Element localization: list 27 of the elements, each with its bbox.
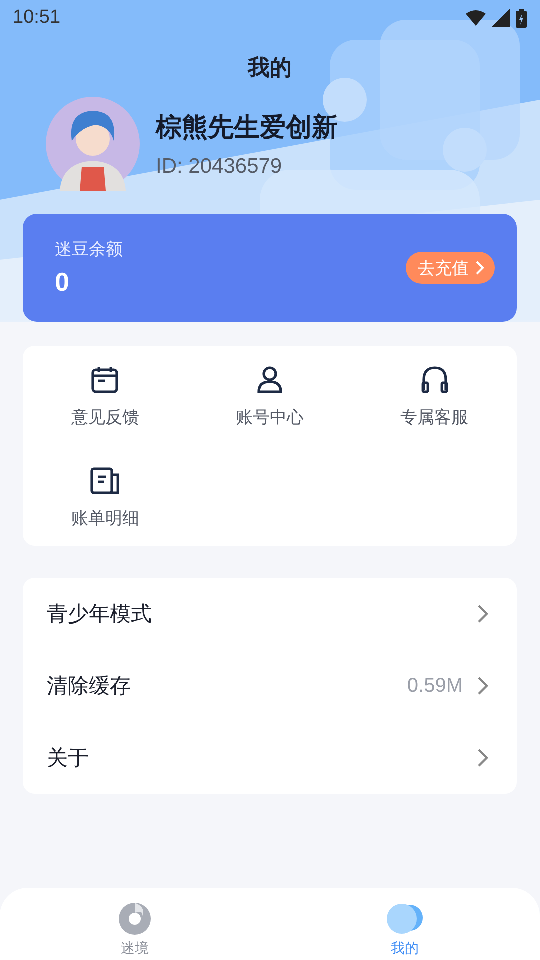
shortcut-item[interactable]: 账号中心 xyxy=(236,366,304,429)
avatar[interactable] xyxy=(46,97,140,191)
person-icon xyxy=(256,366,284,394)
chevron-icon xyxy=(477,676,489,696)
calendar-icon xyxy=(91,366,120,394)
shortcut-item[interactable]: 专属客服 xyxy=(400,366,469,429)
user-name: 棕熊先生爱创新 xyxy=(156,112,338,144)
signal-icon xyxy=(492,9,510,27)
status-time: 10:51 xyxy=(13,7,61,29)
shortcut-item[interactable]: 意见反馈 xyxy=(71,366,140,429)
wifi-icon xyxy=(466,10,486,26)
page-title: 我的 xyxy=(246,55,293,83)
chevron-icon xyxy=(475,261,485,275)
settings-row[interactable]: 青少年模式 xyxy=(23,578,517,650)
battery-icon xyxy=(516,8,527,28)
document-icon xyxy=(90,467,120,495)
settings-row[interactable]: 清除缓存 0.59M xyxy=(23,650,517,722)
chevron-icon xyxy=(477,748,489,768)
balance-amount: 0 xyxy=(55,267,70,298)
user-id: ID: 20436579 xyxy=(156,154,284,178)
shortcut-item[interactable]: 账单明细 xyxy=(71,467,140,530)
headset-icon xyxy=(420,366,449,394)
swirl-icon xyxy=(118,902,152,936)
chevron-icon xyxy=(477,604,489,624)
blob-icon xyxy=(386,902,424,936)
settings-row[interactable]: 关于 xyxy=(23,722,517,794)
balance-label: 迷豆余额 xyxy=(55,239,123,261)
